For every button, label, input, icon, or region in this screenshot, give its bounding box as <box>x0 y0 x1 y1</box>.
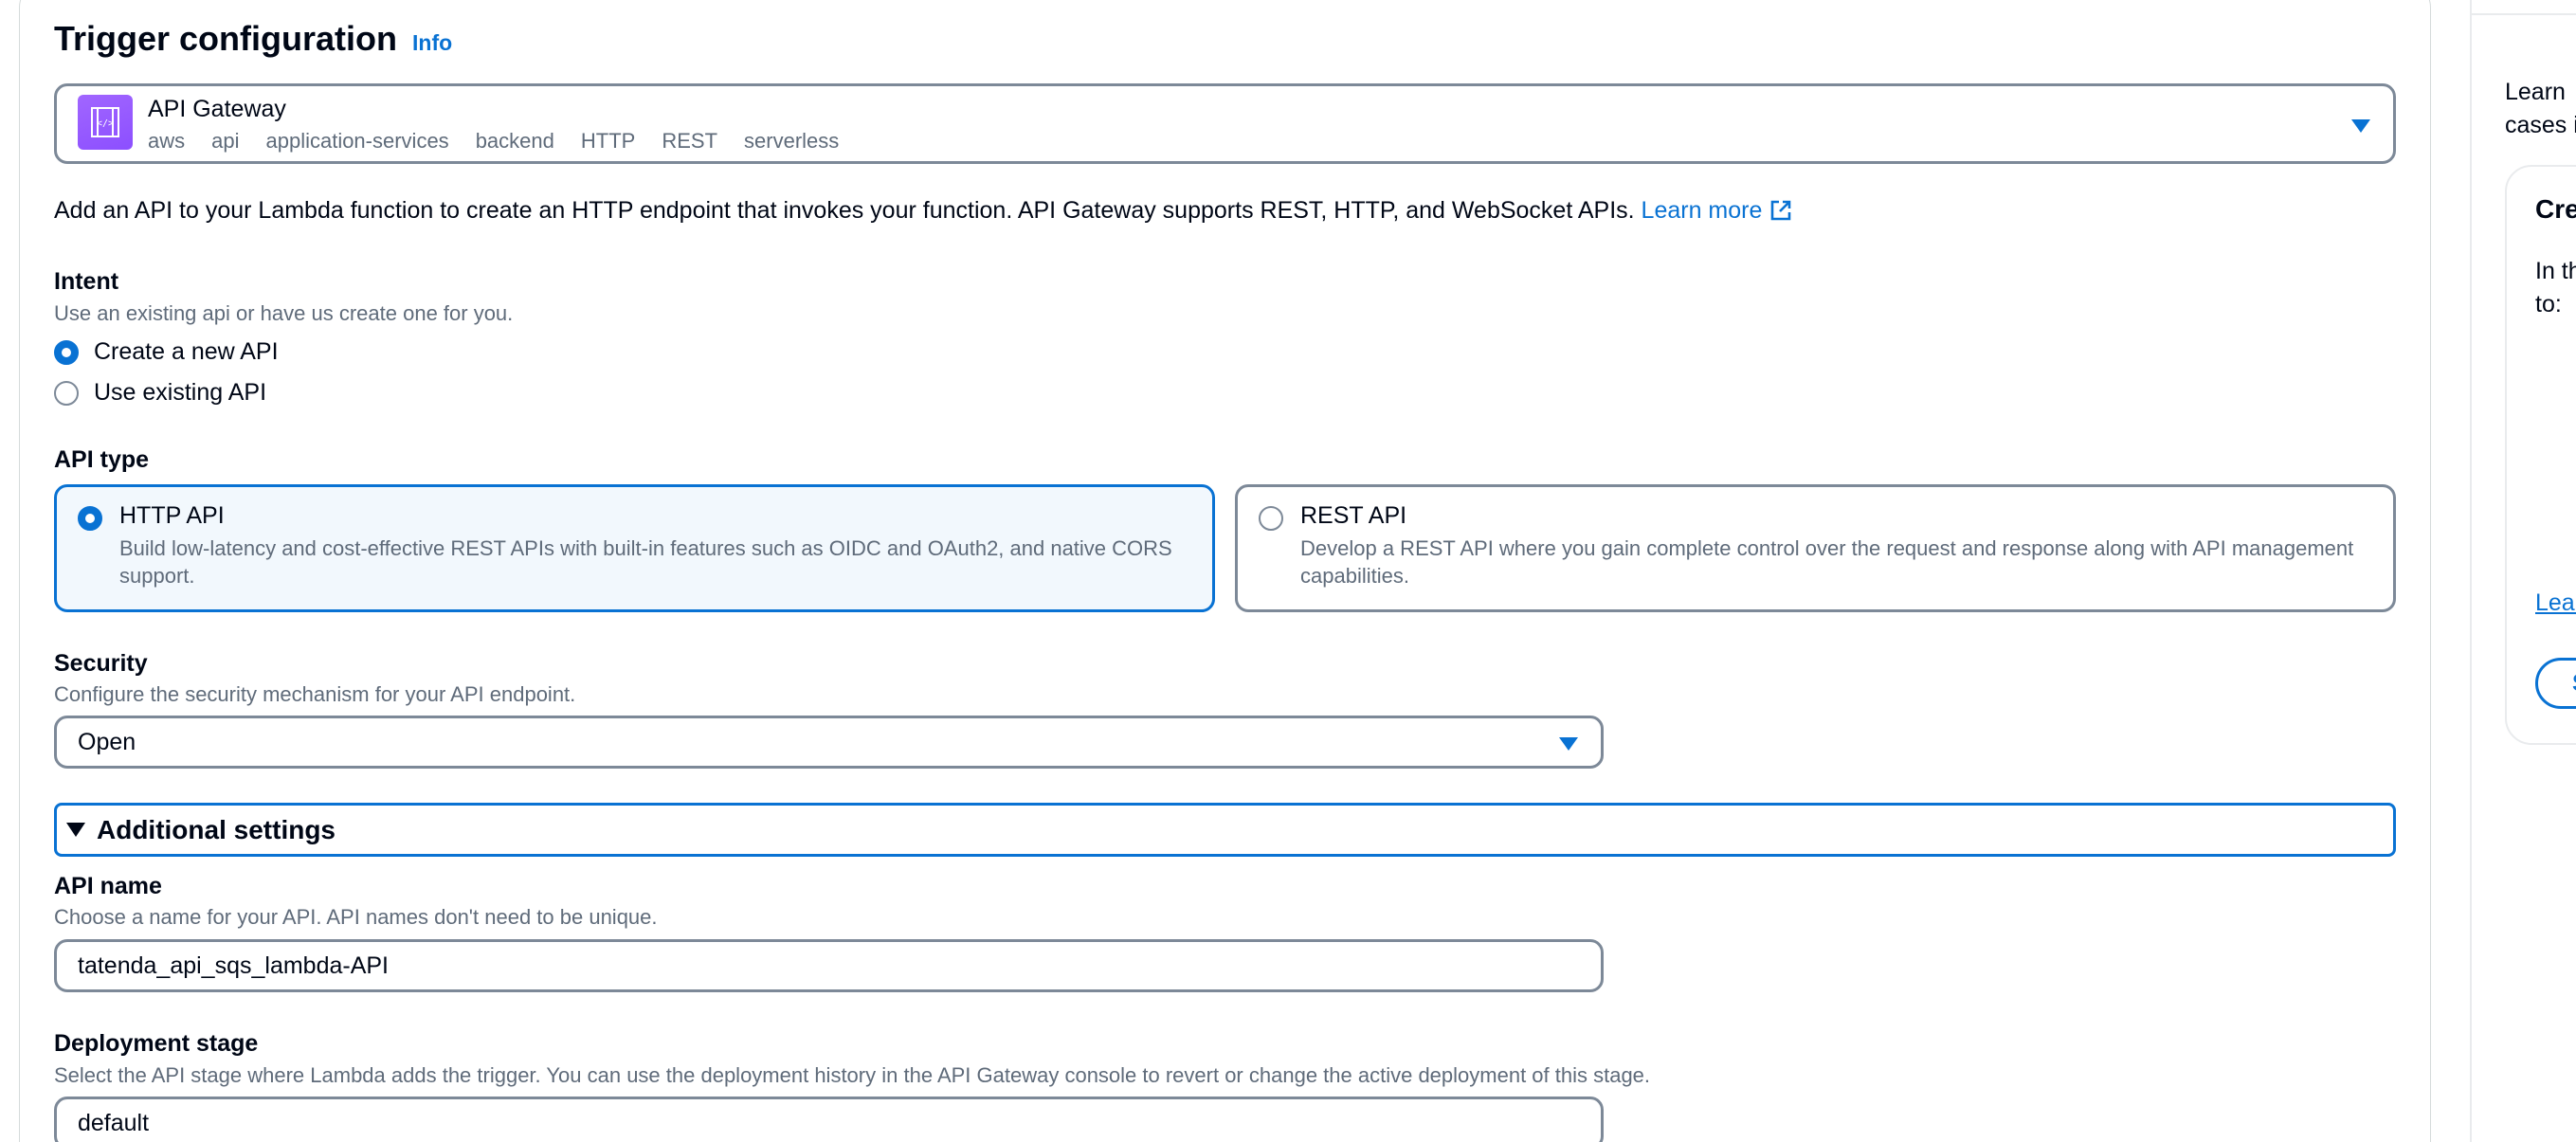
additional-settings-label: Additional settings <box>97 814 336 844</box>
intent-option-existing[interactable]: Use existing API <box>54 379 266 407</box>
intent-description: Use an existing api or have us create on… <box>54 301 514 325</box>
deployment-stage-input[interactable]: default <box>54 1097 1604 1142</box>
help-panel-line: Learn <box>2505 79 2566 105</box>
tile-description: Build low-latency and cost-effective RES… <box>119 536 1172 588</box>
trigger-tag: REST <box>662 129 718 153</box>
description-text: Add an API to your Lambda function to cr… <box>54 197 1642 224</box>
tile-title: REST API <box>1300 502 1407 529</box>
deployment-stage-description: Select the API stage where Lambda adds t… <box>54 1063 1651 1087</box>
external-link-icon <box>1769 199 1792 228</box>
info-link[interactable]: Info <box>412 30 452 56</box>
trigger-source-select[interactable]: </> API Gateway aws api application-serv… <box>54 83 2396 164</box>
trigger-name: API Gateway <box>148 96 286 122</box>
additional-settings-toggle[interactable]: Additional settings <box>54 803 2396 857</box>
trigger-tag: backend <box>475 129 554 153</box>
page: Trigger configuration Info </> API Gatew… <box>0 0 2576 1142</box>
trigger-tag: api <box>211 129 240 153</box>
api-type-tile-rest[interactable]: REST API Develop a REST API where you ga… <box>1235 484 2396 612</box>
intent-option-label: Use existing API <box>94 379 267 406</box>
security-label: Security <box>54 650 148 677</box>
security-select[interactable]: Open <box>54 716 1604 769</box>
intent-option-label: Create a new API <box>94 338 279 365</box>
radio-selected-icon[interactable] <box>78 506 102 531</box>
tile-description: Develop a REST API where you gain comple… <box>1300 536 2354 588</box>
radio-selected-icon[interactable] <box>54 339 79 365</box>
trigger-tag: serverless <box>744 129 840 153</box>
radio-unselected-icon[interactable] <box>54 380 79 406</box>
help-card-button-label: S <box>2572 670 2576 698</box>
security-select-value: Open <box>78 728 136 755</box>
learn-more-label: Learn more <box>1641 197 1763 224</box>
chevron-down-icon <box>1559 737 1578 751</box>
api-name-description: Choose a name for your API. API names do… <box>54 905 658 929</box>
api-name-label: API name <box>54 873 162 899</box>
section-title: Trigger configuration <box>54 19 398 58</box>
section-header: Trigger configuration Info <box>54 19 452 59</box>
intent-label: Intent <box>54 268 119 295</box>
api-name-value: tatenda_api_sqs_lambda-API <box>78 952 390 979</box>
help-panel-topline <box>2472 13 2576 15</box>
deployment-stage-value: default <box>78 1109 150 1136</box>
learn-more-link[interactable]: Learn more <box>1642 197 1793 224</box>
help-card-title: Cre <box>2535 194 2576 224</box>
intent-option-create[interactable]: Create a new API <box>54 338 279 366</box>
api-type-tile-http[interactable]: HTTP API Build low-latency and cost-effe… <box>54 484 1215 612</box>
tile-title: HTTP API <box>119 502 225 529</box>
deployment-stage-label: Deployment stage <box>54 1030 259 1057</box>
api-type-label: API type <box>54 446 150 473</box>
caret-down-icon <box>66 823 85 837</box>
help-card-text: to: <box>2535 291 2562 317</box>
radio-unselected-icon[interactable] <box>1259 506 1283 531</box>
chevron-down-icon <box>2351 119 2370 133</box>
trigger-tag: aws <box>148 129 186 153</box>
help-panel-divider <box>2470 0 2472 1142</box>
api-gateway-icon: </> <box>78 95 133 150</box>
help-card-text: In th <box>2535 258 2576 284</box>
help-panel-line: cases i <box>2505 112 2576 138</box>
trigger-tag: application-services <box>265 129 449 153</box>
api-name-input[interactable]: tatenda_api_sqs_lambda-API <box>54 939 1604 992</box>
help-card-link[interactable]: Lear <box>2535 589 2576 617</box>
trigger-tag: HTTP <box>580 129 636 153</box>
trigger-description: Add an API to your Lambda function to cr… <box>54 197 1792 228</box>
security-description: Configure the security mechanism for you… <box>54 682 576 706</box>
trigger-tags: aws api application-services backend HTT… <box>148 129 839 154</box>
svg-text:</>: </> <box>97 118 114 129</box>
